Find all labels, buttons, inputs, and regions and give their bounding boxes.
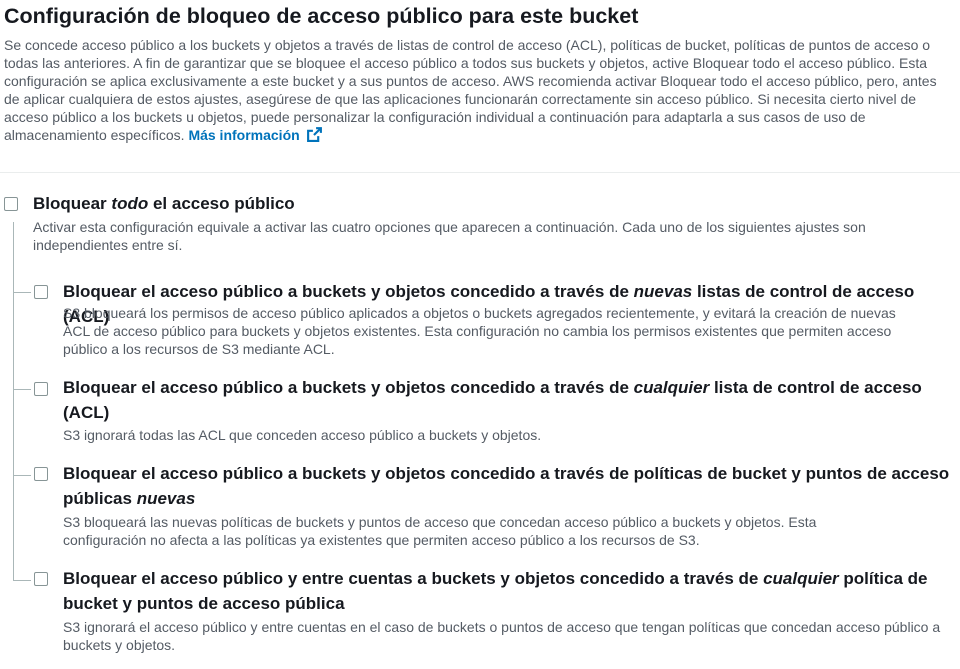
label-emphasis: cualquier: [633, 378, 710, 397]
option-new-policies-description: S3 bloqueará las nuevas políticas de buc…: [63, 514, 817, 548]
label-text: Bloquear: [33, 194, 112, 213]
label-emphasis: nuevas: [136, 488, 196, 508]
learn-more-label: Más información: [188, 127, 300, 143]
option-any-policy-description: S3 ignorará el acceso público y entre cu…: [63, 619, 941, 653]
description-text: Se concede acceso público a los buckets …: [4, 37, 937, 143]
option-any-acl-label[interactable]: Bloquear el acceso público a buckets y o…: [63, 376, 923, 425]
option-new-acl-description: S3 bloqueará los permisos de acceso públ…: [63, 305, 896, 357]
section-description: Se concede acceso público a los buckets …: [4, 36, 954, 144]
tree-branch: [13, 475, 31, 476]
option-new-policies-checkbox[interactable]: [34, 467, 48, 481]
option-any-policy-checkbox[interactable]: [34, 572, 48, 586]
option-any-policy-label[interactable]: Bloquear el acceso público y entre cuent…: [63, 567, 948, 616]
block-all-checkbox[interactable]: [4, 197, 18, 211]
label-text: el acceso público: [148, 194, 295, 213]
label-text: Bloquear el acceso público a buckets y o…: [63, 464, 950, 508]
external-link-icon: [306, 127, 322, 142]
label-text: Bloquear el acceso público a buckets y o…: [63, 378, 634, 397]
option-new-acl-checkbox[interactable]: [34, 285, 48, 299]
block-all-description: Activar esta configuración equivale a ac…: [33, 219, 866, 253]
tree-branch: [13, 389, 31, 390]
tree-branch: [13, 580, 31, 581]
block-all-label[interactable]: Bloquear todo el acceso público: [33, 192, 933, 217]
tree-connector: [13, 222, 14, 580]
page-title: Configuración de bloqueo de acceso públi…: [4, 4, 639, 28]
section-divider: [0, 172, 960, 173]
label-emphasis: todo: [111, 194, 149, 213]
option-any-acl-description: S3 ignorará todas las ACL que conceden a…: [63, 427, 542, 443]
label-text: Bloquear el acceso público a buckets y o…: [63, 282, 634, 301]
tree-branch: [13, 292, 31, 293]
label-emphasis: cualquier: [763, 569, 839, 588]
learn-more-link[interactable]: Más información: [188, 127, 322, 143]
option-new-policies-label[interactable]: Bloquear el acceso público a buckets y o…: [63, 462, 958, 511]
label-emphasis: nuevas: [633, 282, 693, 301]
label-text: Bloquear el acceso público y entre cuent…: [63, 569, 764, 588]
option-any-acl-checkbox[interactable]: [34, 382, 48, 396]
